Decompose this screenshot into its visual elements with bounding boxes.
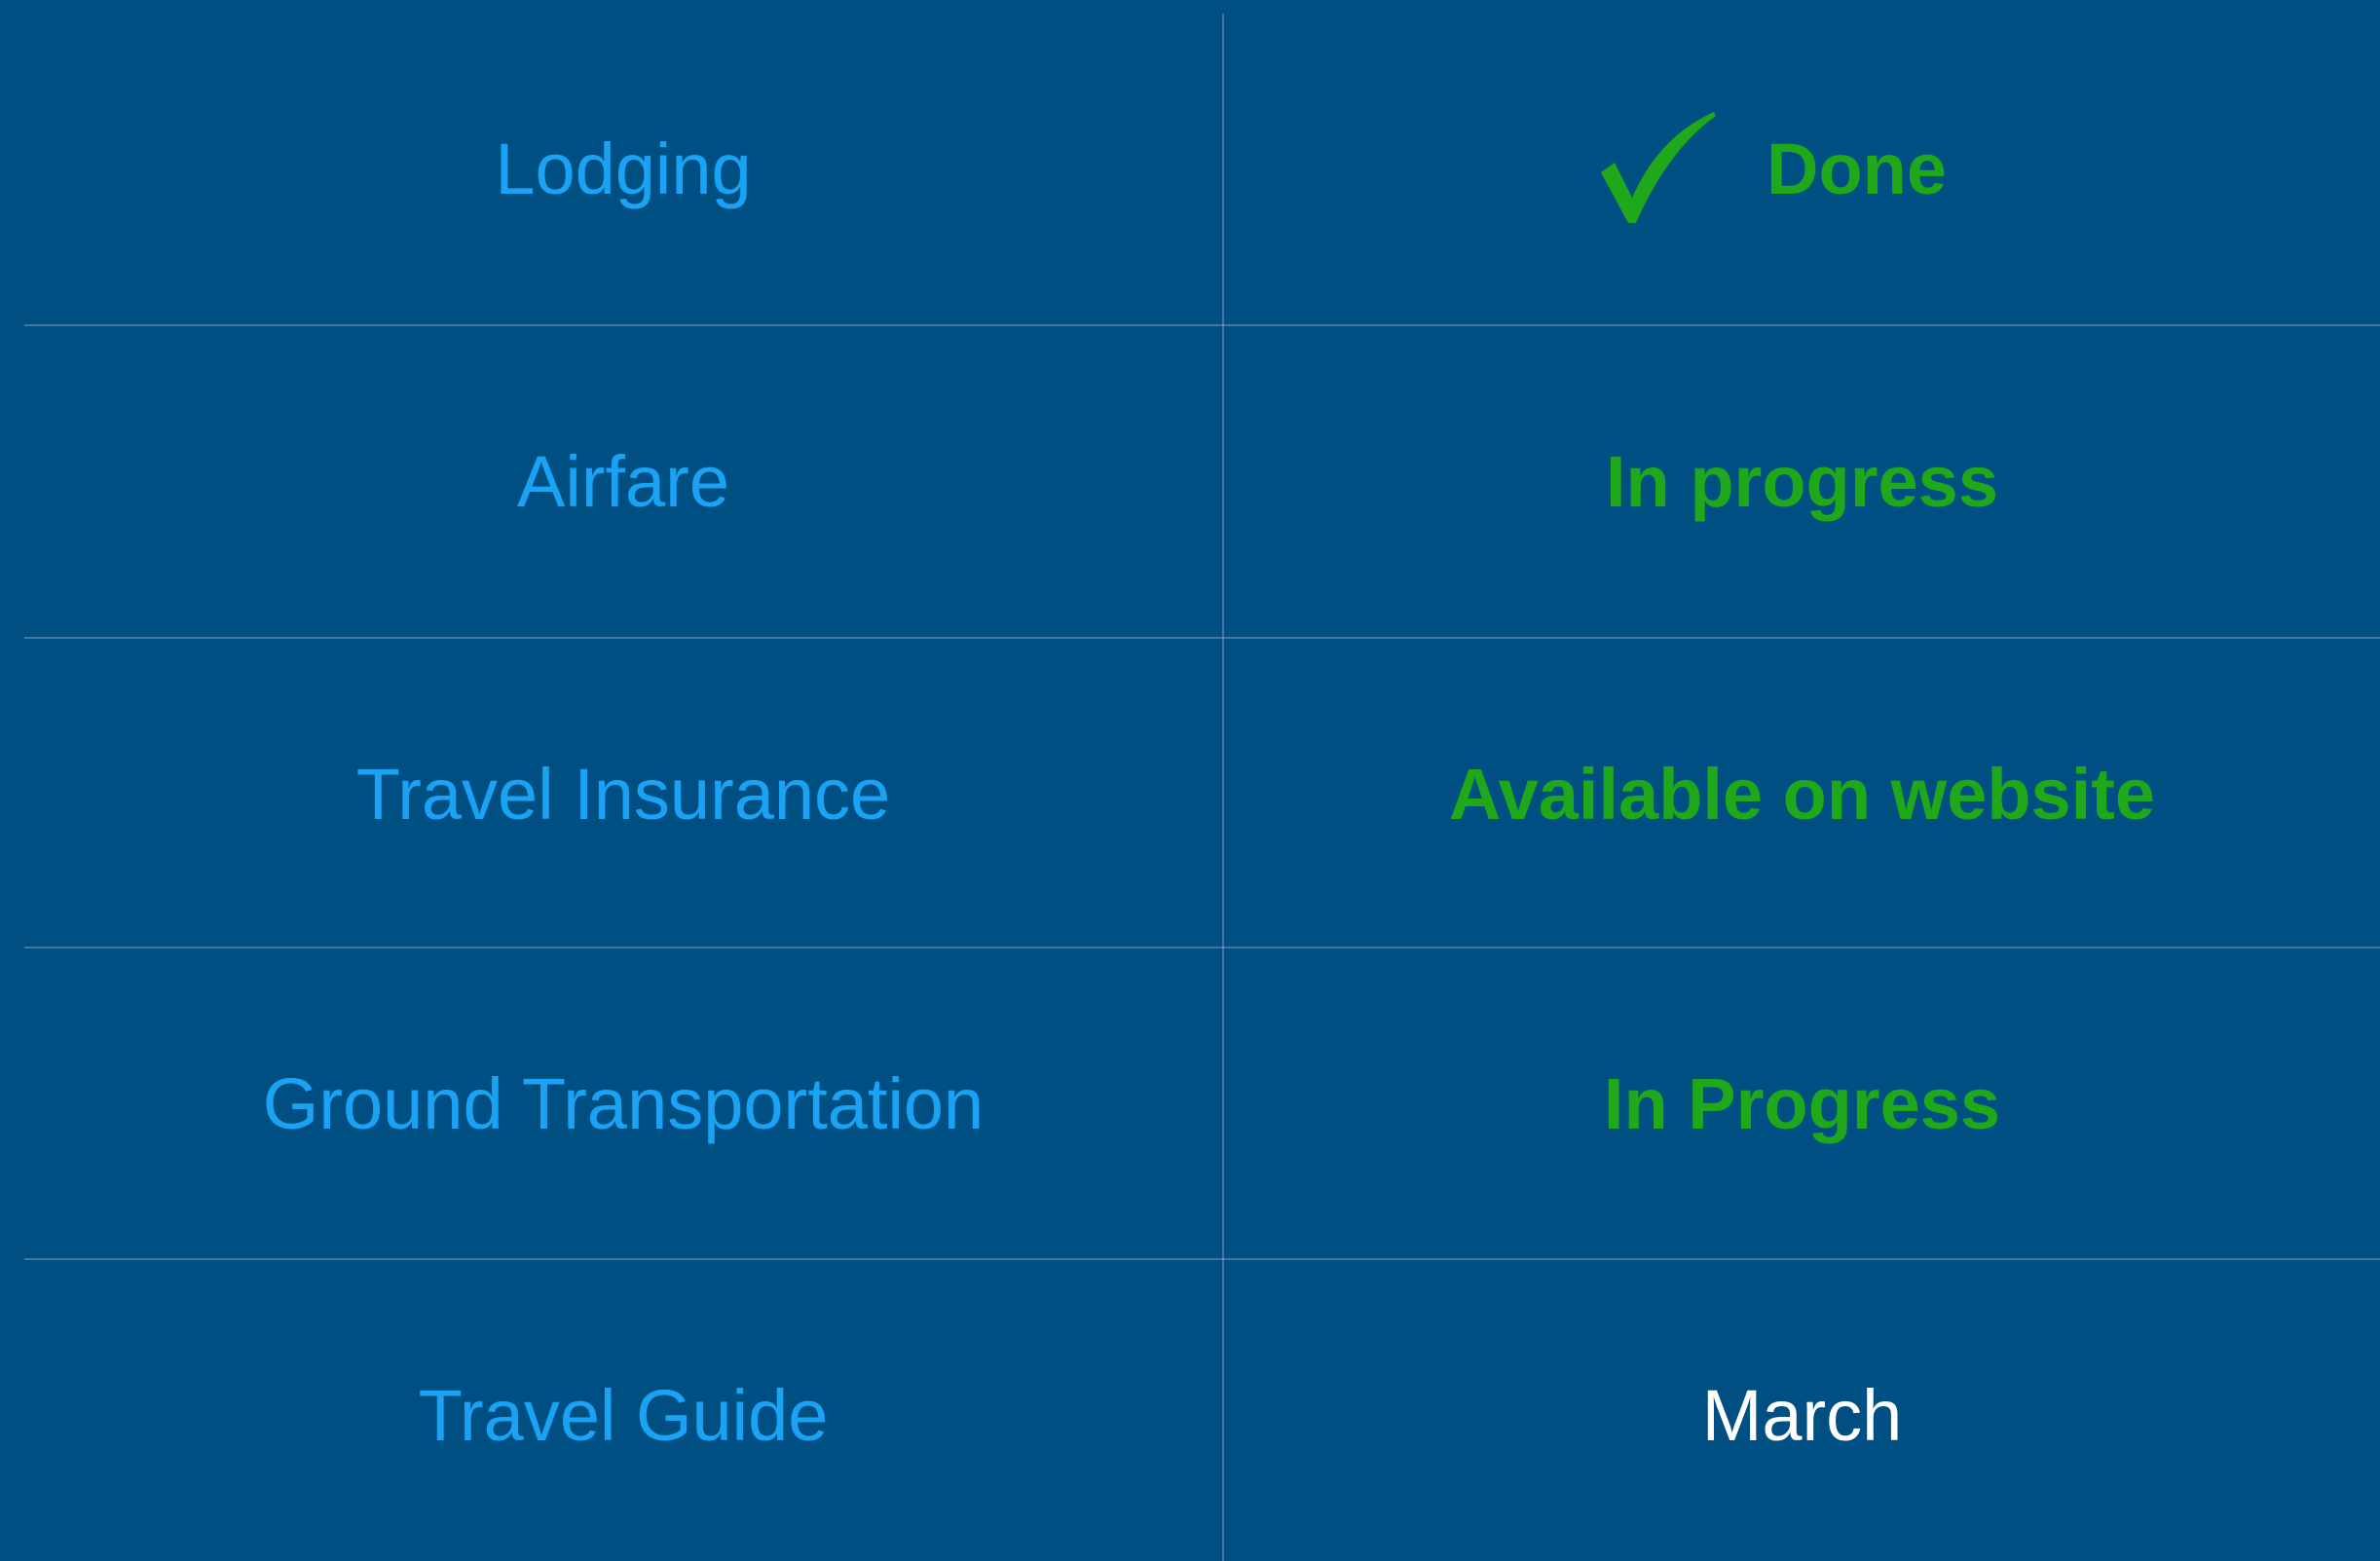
status-cell: In progress [1224, 326, 2380, 637]
item-label: Ground Transportation [262, 1063, 985, 1144]
table-row: Ground Transportation In Progress [24, 948, 2380, 1259]
item-label: Travel Insurance [355, 754, 891, 835]
status-cell: Done [1224, 14, 2380, 324]
check-icon [1599, 108, 1716, 225]
table-row: Airfare In progress [24, 326, 2380, 637]
status-with-icon: Done [1599, 111, 1947, 225]
item-cell: Travel Insurance [24, 639, 1222, 949]
status-label: March [1701, 1375, 1903, 1456]
status-label: Done [1766, 129, 1947, 209]
table-row: Travel Guide March [24, 1260, 2380, 1561]
status-table: Lodging Done Airfare In progress Travel … [24, 14, 2380, 1561]
table-row: Lodging Done [24, 14, 2380, 324]
item-label: Airfare [517, 441, 729, 522]
status-label: Available on website [1448, 754, 2156, 835]
status-label: In progress [1606, 441, 1998, 522]
item-cell: Travel Guide [24, 1260, 1222, 1561]
status-cell: Available on website [1224, 639, 2380, 949]
status-cell: March [1224, 1260, 2380, 1561]
slide: Lodging Done Airfare In progress Travel … [0, 0, 2380, 1561]
item-label: Lodging [495, 129, 752, 209]
status-cell: In Progress [1224, 948, 2380, 1259]
item-cell: Airfare [24, 326, 1222, 637]
item-cell: Ground Transportation [24, 948, 1222, 1259]
item-label: Travel Guide [418, 1375, 829, 1456]
item-cell: Lodging [24, 14, 1222, 324]
table-row: Travel Insurance Available on website [24, 639, 2380, 949]
status-label: In Progress [1603, 1063, 2001, 1144]
